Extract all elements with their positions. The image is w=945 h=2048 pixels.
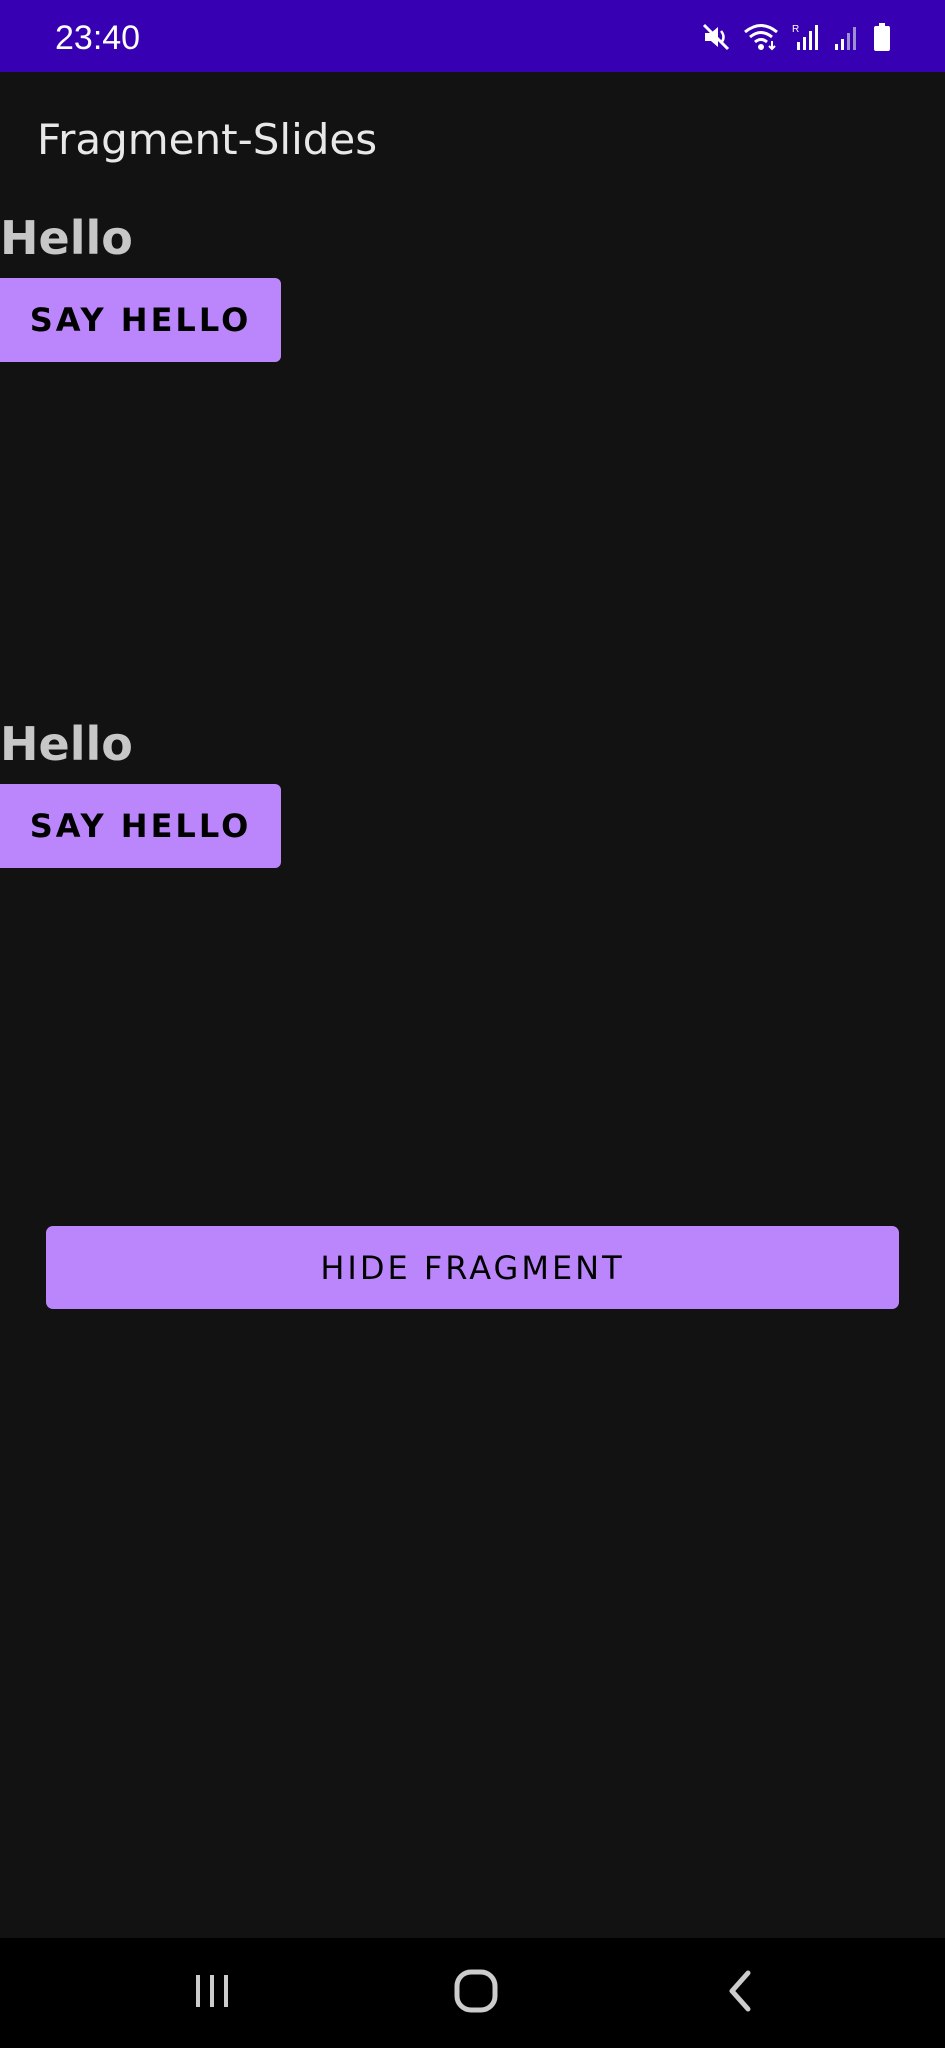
signal-icon (833, 22, 861, 52)
back-button[interactable] (700, 1963, 780, 2023)
app-screen: 23:40 R Fragment-Slides Hello SAY HELLO … (0, 0, 945, 2048)
status-icons: R (701, 20, 891, 54)
home-button[interactable] (436, 1963, 516, 2023)
battery-icon (873, 22, 891, 52)
home-icon (454, 1969, 498, 2018)
mute-icon (701, 22, 731, 52)
hide-fragment-button[interactable]: HIDE FRAGMENT (46, 1226, 899, 1309)
status-bar: 23:40 R (0, 0, 945, 72)
say-hello-button[interactable]: SAY HELLO (0, 784, 281, 868)
navigation-bar (0, 1938, 945, 2048)
fragment-title: Hello (0, 211, 133, 265)
page-title: Fragment-Slides (37, 115, 378, 164)
recents-icon (192, 1971, 232, 2016)
recents-button[interactable] (172, 1963, 252, 2023)
say-hello-button[interactable]: SAY HELLO (0, 278, 281, 362)
status-time: 23:40 (55, 19, 141, 57)
fragment-title: Hello (0, 717, 133, 771)
svg-text:R: R (792, 24, 799, 35)
back-icon (720, 1969, 760, 2018)
signal-r-icon: R (791, 22, 821, 52)
wifi-icon (743, 22, 779, 52)
